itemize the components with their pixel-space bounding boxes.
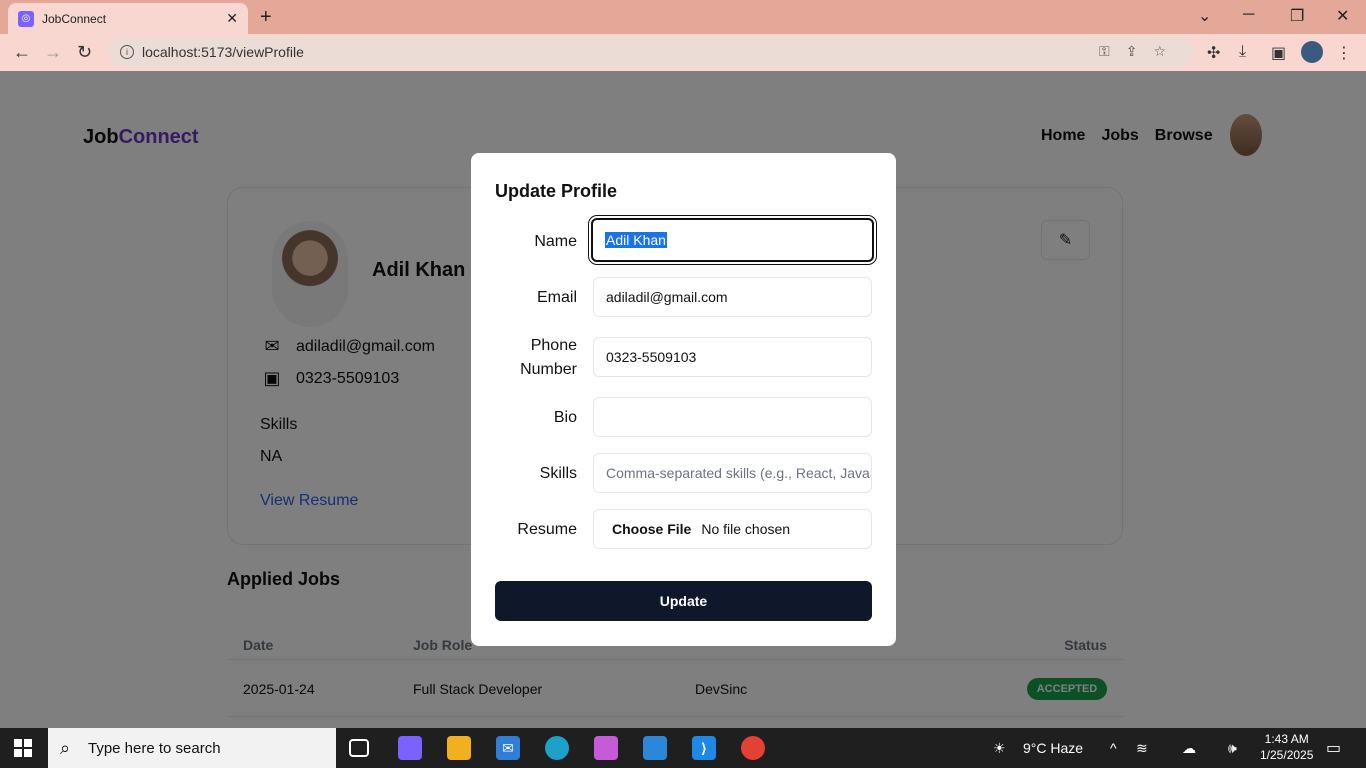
phone-input[interactable]: 0323-5509103 (593, 337, 872, 377)
dialog-title: Update Profile (495, 181, 618, 201)
email-input[interactable]: adiladil@gmail.com (593, 277, 872, 317)
weather-icon[interactable]: ☀ (993, 740, 1006, 757)
clock-time: 1:43 AM (1264, 732, 1309, 746)
notifications-icon[interactable]: ▭ (1326, 738, 1341, 758)
store-icon[interactable] (643, 736, 667, 760)
task-view-icon[interactable] (349, 739, 369, 757)
name-label: Name (534, 233, 577, 250)
address-bar[interactable]: i localhost:5173/viewProfile ⚿⇪☆ (108, 38, 1194, 66)
share-icon[interactable]: ⇪ (1126, 43, 1154, 59)
skills-input[interactable]: Comma-separated skills (e.g., React, Jav… (593, 453, 872, 493)
onedrive-icon[interactable]: ☁ (1182, 740, 1196, 757)
taskbar-search[interactable]: ⌕ Type here to search (48, 728, 336, 768)
phone-input-value: 0323-5509103 (606, 349, 697, 365)
tab-close-icon[interactable]: ✕ (226, 10, 238, 27)
forward-arrow-icon[interactable]: → (44, 42, 62, 63)
browser-tab-bar: ◎ JobConnect ✕ + ⌄ ─ ❐ ✕ (0, 0, 1366, 34)
url-text: localhost:5173/viewProfile (142, 44, 304, 60)
tray-chevron-icon[interactable]: ^ (1110, 740, 1117, 756)
omnibox-actions: ⚿⇪☆ (1099, 43, 1182, 60)
bookmark-star-icon[interactable]: ☆ (1153, 43, 1182, 59)
no-file-text: No file chosen (701, 521, 791, 537)
file-explorer-icon[interactable] (447, 736, 471, 760)
weather-text[interactable]: 9°C Haze (1023, 740, 1083, 756)
tab-search-icon[interactable]: ⌄ (1198, 6, 1211, 26)
browser-profile-avatar[interactable] (1301, 41, 1323, 63)
edge-browser-icon[interactable] (545, 736, 569, 760)
update-button[interactable]: Update (495, 581, 872, 621)
back-arrow-icon[interactable]: ← (13, 42, 31, 63)
key-icon[interactable]: ⚿ (1099, 43, 1126, 59)
reload-icon[interactable]: ↻ (77, 42, 92, 63)
taskbar-clock[interactable]: 1:43 AM 1/25/2025 (1260, 731, 1313, 763)
close-window-button[interactable]: ✕ (1336, 6, 1349, 26)
bio-label: Bio (553, 409, 577, 426)
new-tab-button[interactable]: + (260, 6, 272, 29)
microsoft-365-icon[interactable] (594, 736, 618, 760)
vscode-icon[interactable]: ⟩ (692, 736, 716, 760)
search-icon: ⌕ (60, 738, 71, 758)
windows-taskbar: ⌕ Type here to search ✉ ⟩ ☀ 9°C Haze ^ ≋… (0, 728, 1366, 768)
name-input-value: Adil Khan (605, 232, 667, 248)
clock-date: 1/25/2025 (1260, 748, 1314, 762)
copilot-icon[interactable] (398, 736, 422, 760)
site-info-icon[interactable]: i (120, 45, 134, 59)
menu-kebab-icon[interactable]: ⋮ (1336, 43, 1352, 63)
volume-icon[interactable]: 🕪 (1228, 740, 1237, 757)
phone-label-line1: Phone (530, 337, 577, 354)
bio-input[interactable] (593, 397, 872, 437)
name-input[interactable]: Adil Khan (591, 218, 874, 262)
chrome-icon[interactable] (741, 736, 765, 760)
skills-label: Skills (539, 465, 577, 482)
tab-title: JobConnect (42, 11, 107, 26)
resume-label: Resume (517, 521, 577, 538)
phone-label-line2: Number (520, 361, 577, 378)
browser-tab[interactable]: ◎ JobConnect ✕ (8, 3, 248, 34)
skills-placeholder: Comma-separated skills (e.g., React, Jav… (606, 465, 872, 481)
email-input-value: adiladil@gmail.com (606, 289, 728, 305)
choose-file-button[interactable]: Choose File (612, 521, 691, 537)
maximize-button[interactable]: ❐ (1290, 6, 1304, 26)
browser-toolbar: ← → ↻ i localhost:5173/viewProfile ⚿⇪☆ ✣… (0, 34, 1366, 71)
minimize-button[interactable]: ─ (1243, 6, 1254, 24)
phone-label: Phone Number (520, 334, 577, 382)
side-panel-icon[interactable]: ▣ (1271, 43, 1286, 63)
mail-app-icon[interactable]: ✉ (496, 736, 520, 760)
site-favicon-icon: ◎ (18, 10, 34, 27)
update-profile-dialog: Update Profile Name Adil Khan Email adil… (471, 153, 896, 646)
resume-file-input[interactable]: Choose File No file chosen (593, 509, 872, 549)
extensions-puzzle-icon[interactable]: ✣ (1207, 43, 1220, 63)
taskbar-search-placeholder: Type here to search (88, 739, 221, 757)
download-icon[interactable]: ⤓ (1239, 43, 1246, 61)
email-label: Email (536, 289, 577, 306)
windows-start-icon[interactable] (14, 739, 32, 757)
tray-network-icon[interactable]: ≋ (1136, 740, 1148, 757)
